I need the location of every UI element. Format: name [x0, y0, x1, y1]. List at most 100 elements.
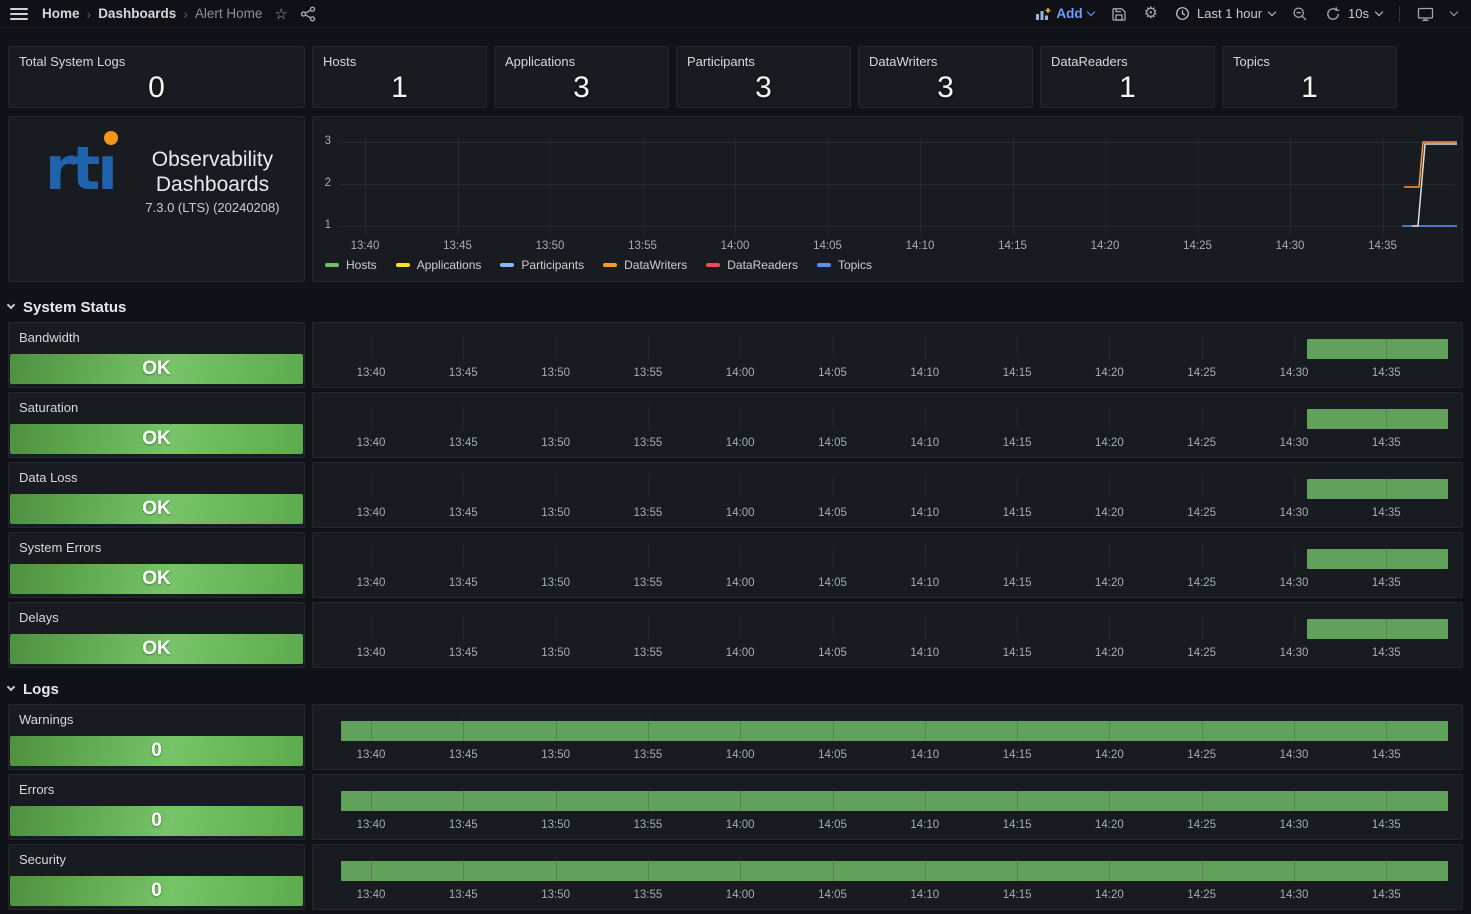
- panel-title[interactable]: Bandwidth: [19, 330, 80, 345]
- state-segment-divider: [463, 721, 464, 741]
- state-timeline-chart[interactable]: 13:4013:4513:5013:5514:0014:0514:1014:15…: [312, 844, 1463, 910]
- entity-count-timeseries-panel[interactable]: Hosts Applications Participants DataWriters…: [312, 116, 1463, 282]
- state-segment-divider: [1109, 861, 1110, 881]
- legend-item[interactable]: Participants: [500, 258, 584, 272]
- section-header[interactable]: Logs: [8, 680, 1463, 698]
- tv-mode-icon[interactable]: [1417, 6, 1434, 22]
- state-segment-divider: [1202, 721, 1203, 741]
- state-segment-divider: [556, 791, 557, 811]
- stat-panel: Participants3: [676, 46, 851, 108]
- toolbar-divider: [1399, 6, 1400, 22]
- state-segment-divider: [833, 861, 834, 881]
- panel-title[interactable]: DataReaders: [1051, 54, 1128, 69]
- panel-title[interactable]: Data Loss: [19, 470, 78, 485]
- legend-label: Participants: [521, 258, 584, 272]
- panel-title[interactable]: Applications: [505, 54, 575, 69]
- breadcrumb-current: Alert Home: [195, 6, 263, 21]
- time-tick-label: 14:35: [1372, 437, 1401, 449]
- time-tick-label: 13:45: [449, 889, 478, 901]
- section-header[interactable]: System Status: [8, 298, 1463, 316]
- breadcrumb-dashboards[interactable]: Dashboards: [98, 6, 176, 21]
- grid-line: [365, 137, 366, 237]
- time-tick-label: 14:10: [906, 240, 935, 252]
- add-panel-button[interactable]: Add: [1035, 6, 1093, 21]
- time-tick-label: 13:50: [541, 889, 570, 901]
- state-timeline-chart[interactable]: 13:4013:4513:5013:5514:0014:0514:1014:15…: [312, 392, 1463, 458]
- state-timeline-chart[interactable]: 13:4013:4513:5013:5514:0014:0514:1014:15…: [312, 774, 1463, 840]
- state-segment-divider: [1202, 861, 1203, 881]
- time-tick-label: 13:40: [351, 240, 380, 252]
- time-tick-label: 14:10: [910, 367, 939, 379]
- grid-line: [463, 475, 464, 499]
- panel-title[interactable]: Hosts: [323, 54, 356, 69]
- share-icon[interactable]: [300, 6, 316, 22]
- legend-item[interactable]: Hosts: [325, 258, 377, 272]
- time-tick-label: 13:45: [449, 507, 478, 519]
- time-range-picker[interactable]: Last 1 hour: [1175, 6, 1275, 21]
- panel-title[interactable]: System Errors: [19, 540, 101, 555]
- grid-line: [648, 615, 649, 639]
- timeseries-legend: Hosts Applications Participants DataWriters…: [325, 258, 872, 272]
- state-timeline-chart[interactable]: 13:4013:4513:5013:5514:0014:0514:1014:15…: [312, 532, 1463, 598]
- y-axis-tick-label: 1: [315, 219, 331, 231]
- panel-title[interactable]: Security: [19, 852, 66, 867]
- state-segment-divider: [1017, 861, 1018, 881]
- panel-title[interactable]: Warnings: [19, 712, 73, 727]
- time-tick-label: 14:30: [1280, 647, 1309, 659]
- chevron-down-icon[interactable]: [1450, 7, 1458, 15]
- panel-title[interactable]: Saturation: [19, 400, 78, 415]
- state-timeline-chart[interactable]: 13:4013:4513:5013:5514:0014:0514:1014:15…: [312, 602, 1463, 668]
- panel-title[interactable]: Errors: [19, 782, 54, 797]
- state-segment-divider: [371, 721, 372, 741]
- grid-line: [556, 335, 557, 359]
- dashboard-settings-icon[interactable]: ⚙: [1144, 6, 1158, 22]
- state-timeline-chart[interactable]: 13:4013:4513:5013:5514:0014:0514:1014:15…: [312, 322, 1463, 388]
- state-timeline-chart[interactable]: 13:4013:4513:5013:5514:0014:0514:1014:15…: [312, 462, 1463, 528]
- time-tick-label: 13:50: [541, 367, 570, 379]
- panel-title[interactable]: Topics: [1233, 54, 1270, 69]
- panel-title[interactable]: DataWriters: [869, 54, 937, 69]
- save-dashboard-icon[interactable]: [1111, 6, 1127, 22]
- state-timeline-chart[interactable]: 13:4013:4513:5013:5514:0014:0514:1014:15…: [312, 704, 1463, 770]
- state-timeline-bar: [1307, 479, 1447, 499]
- grid-line: [740, 475, 741, 499]
- state-segment-divider: [1386, 791, 1387, 811]
- time-tick-label: 14:10: [910, 889, 939, 901]
- time-tick-label: 14:25: [1187, 507, 1216, 519]
- time-tick-label: 14:20: [1095, 889, 1124, 901]
- legend-item[interactable]: Topics: [817, 258, 872, 272]
- legend-item[interactable]: DataWriters: [603, 258, 687, 272]
- refresh-icon[interactable]: [1325, 6, 1341, 22]
- status-panel: Security0: [8, 844, 305, 910]
- time-tick-label: 13:40: [357, 577, 386, 589]
- datawriters-series-line: [1404, 142, 1457, 187]
- panel-title[interactable]: Total System Logs: [19, 54, 125, 69]
- legend-item[interactable]: Applications: [396, 258, 482, 272]
- zoom-out-icon[interactable]: [1292, 6, 1308, 22]
- rti-logo: rtı: [45, 139, 115, 199]
- state-segment-divider: [1294, 721, 1295, 741]
- y-axis-tick-label: 2: [315, 177, 331, 189]
- legend-item[interactable]: DataReaders: [706, 258, 798, 272]
- grid-line: [925, 615, 926, 639]
- refresh-interval-label[interactable]: 10s: [1348, 6, 1369, 21]
- time-tick-label: 14:25: [1187, 749, 1216, 761]
- time-tick-label: 13:50: [541, 819, 570, 831]
- grid-line: [833, 545, 834, 569]
- time-tick-label: 14:15: [1003, 749, 1032, 761]
- state-segment-divider: [648, 791, 649, 811]
- panel-title[interactable]: Delays: [19, 610, 59, 625]
- favorite-star-icon[interactable]: ☆: [274, 5, 287, 23]
- grid-line: [1290, 137, 1291, 237]
- menu-icon[interactable]: [10, 8, 28, 20]
- time-tick-label: 13:40: [357, 367, 386, 379]
- panel-title[interactable]: Participants: [687, 54, 755, 69]
- grid-line: [1017, 615, 1018, 639]
- grid-line: [1294, 335, 1295, 359]
- stat-panel: Topics1: [1222, 46, 1397, 108]
- time-tick-label: 14:30: [1280, 367, 1309, 379]
- breadcrumb-home[interactable]: Home: [42, 6, 80, 21]
- grid-line: [925, 545, 926, 569]
- chevron-down-icon: [1268, 7, 1276, 15]
- chevron-down-icon: [7, 683, 15, 691]
